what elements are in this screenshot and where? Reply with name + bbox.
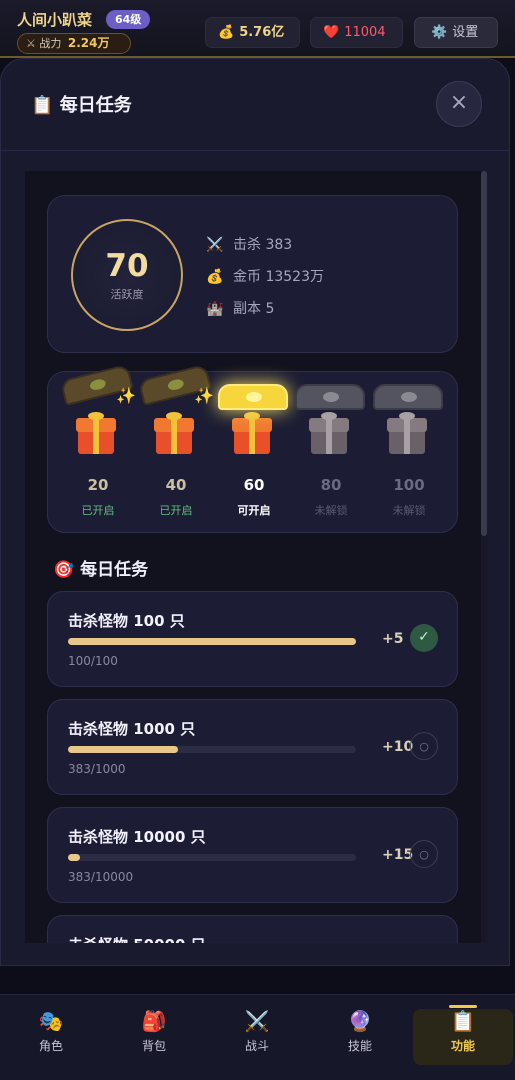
chest-status: 已开启 (159, 504, 193, 517)
swords-icon: ⚔ (26, 37, 36, 50)
gift-chest-icon (76, 412, 116, 454)
chest-value: 60 (243, 476, 265, 494)
chest-60[interactable]: 60 可开启 (216, 384, 292, 524)
gold-value: 5.76亿 (239, 25, 285, 40)
circle-icon[interactable]: ○ (410, 732, 438, 760)
daily-tasks-modal: 📋 每日任务 × 70 活跃度 ⚔️ 击杀 383 💰 金币 13523万 🏰 副本 … (0, 58, 510, 966)
power-label: 战力 (39, 37, 62, 50)
close-button[interactable]: × (436, 81, 482, 127)
settings-button[interactable]: ⚙️ 设置 (414, 17, 498, 48)
activity-card: 70 活跃度 ⚔️ 击杀 383 💰 金币 13523万 🏰 副本 5 (47, 195, 458, 353)
swords-icon: ⚔️ (244, 1009, 270, 1033)
scrollbar-thumb[interactable] (481, 171, 487, 536)
clipboard-icon: 📋 (450, 1009, 476, 1033)
task-item[interactable]: 击杀怪物 10000 只 383/10000 +15 ○ (47, 807, 458, 903)
crystal-ball-icon: 🔮 (347, 1009, 373, 1033)
nav-item-character[interactable]: 🎭 角色 (1, 1009, 101, 1065)
task-name: 击杀怪物 100 只 (68, 612, 185, 630)
task-progress-bar (68, 638, 356, 645)
task-progress-text: 100/100 (68, 654, 118, 668)
top-bar: 人间小趴菜 64级 ⚔ 战力 2.24万 💰 5.76亿 ❤️ 11004 ⚙️ 设置 (0, 0, 515, 58)
gift-chest-icon (154, 412, 194, 454)
task-item[interactable]: 击杀怪物 50000 只 (47, 915, 458, 943)
bottom-nav: 🎭 角色 🎒 背包 ⚔️ 战斗 🔮 技能 📋 功能 (0, 994, 515, 1080)
hp-value: 11004 (344, 25, 386, 40)
nav-item-battle[interactable]: ⚔️ 战斗 (207, 1009, 307, 1065)
gift-chest-icon (232, 412, 272, 454)
task-progress-text: 383/1000 (68, 762, 126, 776)
task-name: 击杀怪物 50000 只 (68, 934, 206, 943)
stat-dungeon: 🏰 副本 5 (206, 301, 275, 317)
chest-rewards-card: ✨ 20 已开启 ✨ 40 已开启 60 可开启 80 未解锁 100 未解锁 (47, 363, 458, 533)
task-progress-bar (68, 854, 356, 861)
crossed-swords-icon: ⚔️ (206, 237, 224, 253)
nav-item-functions[interactable]: 📋 功能 (413, 1005, 513, 1065)
modal-title: 📋 每日任务 (31, 95, 132, 116)
gold-counter[interactable]: 💰 5.76亿 (205, 17, 300, 48)
hp-counter[interactable]: ❤️ 11004 (310, 17, 403, 48)
modal-header: 📋 每日任务 × (1, 59, 509, 151)
chest-20[interactable]: ✨ 20 已开启 (59, 363, 136, 524)
sparkle-icon: ✨ (116, 386, 136, 405)
chest-value: 80 (320, 476, 342, 494)
task-progress-bar (68, 746, 356, 753)
chest-value: 40 (165, 476, 187, 494)
task-name: 击杀怪物 1000 只 (68, 720, 196, 738)
gear-icon: ⚙️ (431, 25, 448, 40)
gift-chest-icon (387, 412, 427, 454)
heart-icon: ❤️ (323, 25, 340, 40)
nav-item-backpack[interactable]: 🎒 背包 (104, 1009, 204, 1065)
gift-chest-icon (309, 412, 349, 454)
task-progress-text: 383/10000 (68, 870, 134, 884)
check-icon[interactable]: ✓ (410, 624, 438, 652)
chest-status: 未解锁 (314, 504, 348, 517)
chest-value: 20 (87, 476, 109, 494)
mask-icon: 🎭 (38, 1009, 64, 1033)
combat-power: ⚔ 战力 2.24万 (17, 33, 131, 54)
scrollbar[interactable] (481, 171, 487, 943)
level-badge: 64级 (106, 10, 151, 29)
task-item[interactable]: 击杀怪物 100 只 100/100 +5 ✓ (47, 591, 458, 687)
nav-item-skills[interactable]: 🔮 技能 (310, 1009, 410, 1065)
target-icon: 🎯 (53, 560, 75, 580)
activity-ring: 70 活跃度 (71, 219, 183, 331)
task-reward: +10 (382, 739, 414, 755)
power-value: 2.24万 (67, 36, 110, 50)
activity-value: 70 (105, 248, 149, 284)
chest-status: 未解锁 (392, 504, 426, 517)
chest-80[interactable]: 80 未解锁 (293, 384, 369, 524)
player-name: 人间小趴菜 (17, 11, 93, 29)
money-bag-icon: 💰 (206, 269, 224, 285)
activity-label: 活跃度 (110, 288, 144, 301)
chest-100[interactable]: 100 未解锁 (371, 384, 447, 524)
task-name: 击杀怪物 10000 只 (68, 828, 206, 846)
chest-value: 100 (393, 476, 425, 494)
task-reward: +5 (382, 631, 404, 647)
sparkle-icon: ✨ (194, 386, 214, 405)
castle-icon: 🏰 (206, 301, 224, 317)
task-scroll-area[interactable]: 70 活跃度 ⚔️击杀 383 💰金币 13523万 🏰副本 5 ✨ 20 (25, 171, 487, 943)
stat-kills: ⚔️ 击杀 383 (206, 237, 293, 253)
stat-gold: 💰 金币 13523万 (206, 269, 324, 285)
chest-status: 已开启 (81, 504, 115, 517)
settings-label: 设置 (452, 25, 479, 40)
circle-icon[interactable]: ○ (410, 840, 438, 868)
clipboard-icon: 📋 (31, 95, 54, 116)
backpack-icon: 🎒 (141, 1009, 167, 1033)
chest-40[interactable]: ✨ 40 已开启 (137, 363, 214, 524)
chest-status: 可开启 (237, 504, 271, 517)
tasks-section-title: 🎯 每日任务 (53, 560, 149, 580)
task-reward: +15 (382, 847, 414, 863)
task-item[interactable]: 击杀怪物 1000 只 383/1000 +10 ○ (47, 699, 458, 795)
money-bag-icon: 💰 (218, 25, 235, 40)
